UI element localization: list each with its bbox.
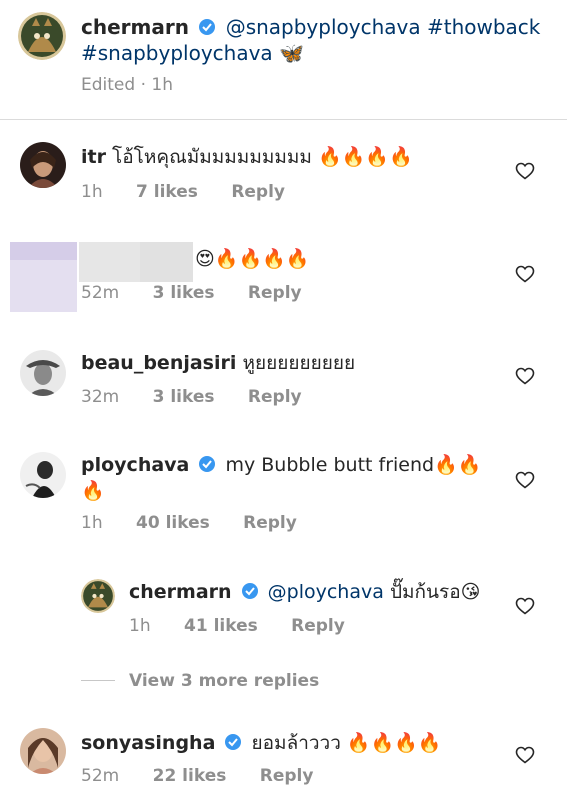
verified-badge-icon — [241, 583, 258, 599]
comment-text: 😍🔥🔥🔥🔥 — [195, 246, 567, 272]
comment-likes[interactable]: 40 likes — [136, 513, 210, 533]
avatar-chermarn-reply[interactable] — [81, 579, 115, 613]
reply-button[interactable]: Reply — [243, 513, 297, 533]
comment-time: 1h — [129, 616, 151, 636]
avatar-itr[interactable] — [20, 142, 66, 188]
hashtag-snapbyploychava[interactable]: #snapbyploychava — [81, 41, 273, 65]
avatar-sonyasingha[interactable] — [20, 728, 66, 774]
comment-content: my Bubble butt friend🔥🔥 — [225, 454, 482, 476]
heart-icon[interactable] — [515, 367, 535, 385]
comment-content: หูยยยยยยยยย — [242, 352, 356, 374]
caption-text: chermarn @snapbyploychava #thowback #sna… — [81, 14, 551, 66]
comment-content: 😍🔥🔥🔥🔥 — [195, 248, 310, 270]
verified-badge-icon — [199, 456, 216, 472]
heart-icon[interactable] — [515, 597, 535, 615]
comment-mention[interactable]: @ploychava — [268, 581, 384, 603]
reply-button[interactable]: Reply — [248, 283, 302, 303]
comment-text: ploychava my Bubble butt friend🔥🔥 🔥 — [81, 452, 491, 504]
avatar-chermarn[interactable] — [18, 12, 66, 60]
comment-time: 32m — [81, 387, 120, 407]
redacted-username-band — [140, 242, 193, 282]
divider — [0, 119, 567, 120]
comment-content: โอ้โหคุณมัมมมมมมมมม 🔥🔥🔥🔥 — [112, 146, 413, 168]
comment-meta: 1h 41 likes Reply — [129, 616, 373, 636]
reply-button[interactable]: Reply — [291, 616, 345, 636]
comment-text: chermarn @ploychava ปั๊มก้นรอ😘 — [129, 579, 539, 605]
comment-time: 52m — [81, 283, 120, 303]
redacted-avatar-band — [10, 242, 77, 260]
avatar-ploychava[interactable] — [20, 452, 66, 498]
caption-username[interactable]: chermarn — [81, 15, 189, 39]
comment-content: ปั๊มก้นรอ😘 — [389, 581, 481, 603]
caption-mention[interactable]: @snapbyploychava — [226, 15, 421, 39]
comment-meta: 52m 3 likes Reply — [81, 283, 330, 303]
comment-likes[interactable]: 7 likes — [136, 182, 198, 202]
comment-text: sonyasingha ยอมล้าววว 🔥🔥🔥🔥 — [81, 730, 491, 756]
comment-text: beau_benjasiri หูยยยยยยยยย — [81, 350, 491, 376]
verified-badge-icon — [199, 19, 216, 35]
heart-icon[interactable] — [515, 265, 535, 283]
heart-icon[interactable] — [515, 162, 535, 180]
comment-username[interactable]: itr — [81, 146, 106, 168]
comment-meta: 52m 22 likes Reply — [81, 766, 341, 786]
comment-meta: 32m 3 likes Reply — [81, 387, 330, 407]
comment-username[interactable]: sonyasingha — [81, 732, 215, 754]
comment-username[interactable]: ploychava — [81, 454, 189, 476]
comment-meta: 1h 40 likes Reply — [81, 513, 325, 533]
verified-badge-icon — [225, 734, 242, 750]
comment-likes[interactable]: 41 likes — [184, 616, 258, 636]
reply-button[interactable]: Reply — [248, 387, 302, 407]
comment-likes[interactable]: 22 likes — [153, 766, 227, 786]
comment-content: ยอมล้าววว 🔥🔥🔥🔥 — [251, 732, 442, 754]
comment-time: 1h — [81, 182, 103, 202]
comment-likes[interactable]: 3 likes — [153, 283, 215, 303]
reply-button[interactable]: Reply — [260, 766, 314, 786]
view-more-replies-button[interactable]: View 3 more replies — [81, 671, 319, 691]
caption-meta: Edited · 1h — [81, 75, 173, 95]
comment-likes[interactable]: 3 likes — [153, 387, 215, 407]
view-more-label: View 3 more replies — [129, 671, 320, 691]
comment-time: 1h — [81, 513, 103, 533]
heart-icon[interactable] — [515, 471, 535, 489]
comment-time: 52m — [81, 766, 120, 786]
comment-meta: 1h 7 likes Reply — [81, 182, 313, 202]
view-more-line — [81, 680, 115, 681]
butterfly-emoji: 🦋 — [279, 41, 304, 65]
hashtag-thowback[interactable]: #thowback — [427, 15, 540, 39]
comment-text: itr โอ้โหคุณมัมมมมมมมมม 🔥🔥🔥🔥 — [81, 144, 491, 170]
heart-icon[interactable] — [515, 746, 535, 764]
reply-button[interactable]: Reply — [231, 182, 285, 202]
avatar-beau-benjasiri[interactable] — [20, 350, 66, 396]
comment-content-line2: 🔥 — [81, 480, 105, 502]
comment-username[interactable]: chermarn — [129, 581, 232, 603]
comment-username[interactable]: beau_benjasiri — [81, 352, 236, 374]
